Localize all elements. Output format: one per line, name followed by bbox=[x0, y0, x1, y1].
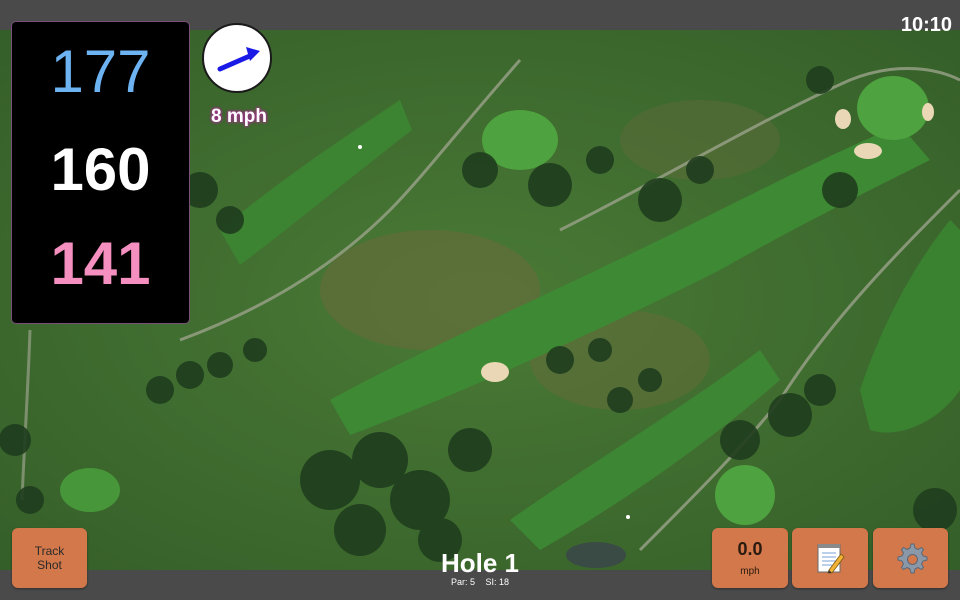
golf-gps-screen: 10:10 177 160 141 8 mph Track Shot Hole … bbox=[0, 0, 960, 600]
status-clock: 10:10 bbox=[900, 14, 952, 36]
wind-speed-button[interactable]: 0.0 mph bbox=[712, 528, 788, 588]
wind-arrow-icon bbox=[217, 47, 260, 72]
distance-panel: 177 160 141 bbox=[12, 22, 189, 323]
wind-speed-value: 0.0 bbox=[737, 539, 763, 559]
track-shot-button[interactable]: Track Shot bbox=[12, 528, 87, 588]
notes-button[interactable] bbox=[792, 528, 868, 588]
hole-par: Par: 5 bbox=[450, 577, 475, 587]
settings-button[interactable] bbox=[873, 528, 948, 588]
hole-stroke-index: SI: 18 bbox=[485, 577, 510, 587]
track-shot-label-line1: Track bbox=[34, 544, 65, 558]
notepad-icon bbox=[817, 544, 845, 574]
hole-title: Hole 1 bbox=[440, 548, 520, 578]
hole-meta: Par: 5 SI: 18 bbox=[380, 577, 580, 587]
wind-speed-label: 8 mph bbox=[211, 106, 267, 127]
front-distance: 141 bbox=[50, 230, 151, 297]
track-shot-label-line2: Shot bbox=[37, 558, 62, 572]
gear-icon bbox=[897, 543, 927, 574]
wind-direction-dial bbox=[202, 23, 272, 93]
wind-speed-unit: mph bbox=[740, 566, 760, 577]
back-distance: 177 bbox=[50, 38, 151, 105]
center-distance: 160 bbox=[50, 136, 151, 203]
